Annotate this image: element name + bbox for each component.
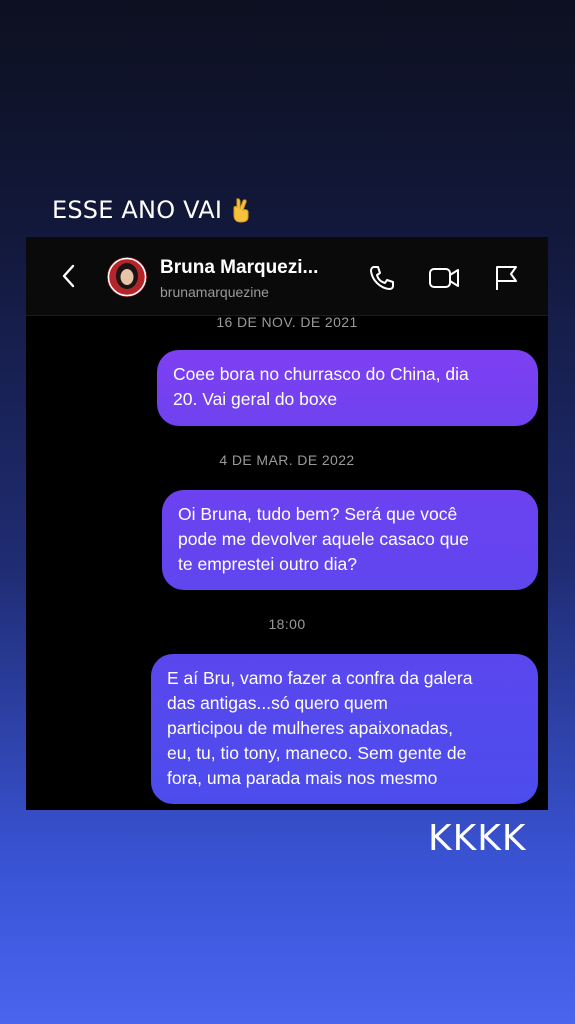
message-line: 20. Vai geral do boxe xyxy=(173,389,338,409)
message-line: pode me devolver aquele casaco que xyxy=(178,529,469,549)
message-line: das antigas...só quero quem xyxy=(167,693,388,713)
message-line: Oi Bruna, tudo bem? Será que você xyxy=(178,504,458,524)
date-separator: 4 DE MAR. DE 2022 xyxy=(219,452,355,468)
avatar[interactable] xyxy=(107,257,147,297)
video-call-icon[interactable] xyxy=(428,263,459,293)
date-separator: 16 DE NOV. DE 2021 xyxy=(216,314,358,330)
reaction-text: KKKK xyxy=(428,818,527,859)
message-bubble[interactable]: Coee bora no churrasco do China, dia 20.… xyxy=(157,350,538,426)
phone-icon[interactable] xyxy=(367,263,397,293)
contact-name[interactable]: Bruna Marquezi... xyxy=(160,257,318,279)
flag-icon[interactable] xyxy=(492,263,522,293)
message-line: eu, tu, tio tony, maneco. Sem gente de xyxy=(167,743,467,763)
message-line: Coee bora no churrasco do China, dia xyxy=(173,364,469,384)
message-bubble[interactable]: E aí Bru, vamo fazer a confra da galera … xyxy=(151,654,538,804)
message-bubble[interactable]: Oi Bruna, tudo bem? Será que você pode m… xyxy=(162,490,538,590)
message-line: fora, uma parada mais nos mesmo xyxy=(167,768,438,788)
contact-username: brunamarquezine xyxy=(160,284,269,300)
crossed-fingers-icon xyxy=(230,197,252,223)
caption-text: ESSE ANO VAI xyxy=(52,196,223,224)
message-line: E aí Bru, vamo fazer a confra da galera xyxy=(167,668,473,688)
time-separator: 18:00 xyxy=(268,616,306,632)
chat-header: Bruna Marquezi... brunamarquezine xyxy=(26,237,548,316)
story-caption: ESSE ANO VAI xyxy=(52,196,252,224)
back-icon[interactable] xyxy=(58,263,82,289)
message-line: te emprestei outro dia? xyxy=(178,554,357,574)
dm-screenshot: Bruna Marquezi... brunamarquezine 16 DE … xyxy=(26,237,548,810)
message-line: participou de mulheres apaixonadas, xyxy=(167,718,454,738)
